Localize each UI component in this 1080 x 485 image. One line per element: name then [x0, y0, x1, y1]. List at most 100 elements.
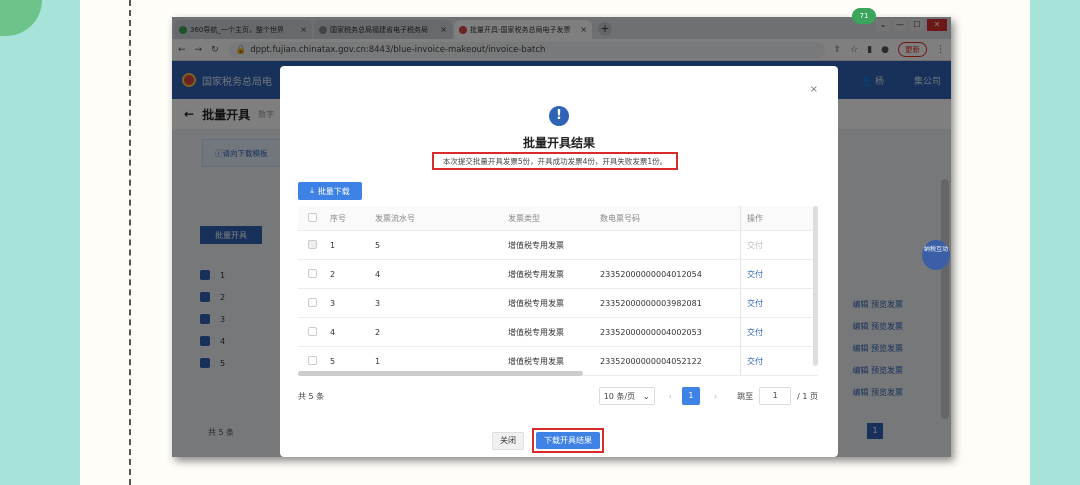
- cell-number: 23352000000004012054: [600, 269, 702, 279]
- share-icon[interactable]: ⇪: [834, 45, 842, 55]
- table-horizontal-scrollbar[interactable]: [298, 371, 583, 376]
- batch-download-button[interactable]: ⤓ 批量下载: [298, 182, 362, 200]
- cell-type: 增值税专用发票: [508, 298, 564, 308]
- checkbox[interactable]: [200, 358, 210, 368]
- page-size-select[interactable]: 10 条/页 ⌄: [598, 387, 655, 405]
- close-button[interactable]: 关闭: [492, 431, 524, 450]
- deliver-link[interactable]: 交付: [747, 269, 763, 280]
- star-icon[interactable]: ☆: [850, 45, 858, 55]
- chevron-down-icon[interactable]: ⌄: [876, 19, 890, 31]
- chevron-down-icon: ⌄: [643, 391, 650, 401]
- address-bar: ← → ↻ 🔒 dppt.fujian.chinatax.gov.cn:8443/…: [172, 39, 951, 61]
- deliver-link[interactable]: 交付: [747, 298, 763, 309]
- tab-label: 360导航_一个主页，整个世界: [190, 25, 284, 34]
- alert-icon: !: [549, 106, 569, 126]
- minimize-icon[interactable]: —: [893, 19, 907, 31]
- summary-text: 本次提交批量开具发票5份，开具成功发票4份，开具失败发票1份。: [442, 156, 668, 166]
- checkbox[interactable]: [200, 314, 210, 324]
- tab-batch-invoice[interactable]: 批量开具-国家税务总局电子发票 ×: [454, 20, 592, 39]
- download-icon: ⤓: [310, 186, 314, 195]
- company-name[interactable]: 集公司: [914, 74, 941, 87]
- dashed-divider: [129, 0, 131, 485]
- tab-360[interactable]: 360导航_一个主页，整个世界 ×: [174, 20, 312, 39]
- user-name: 杨: [874, 76, 884, 87]
- cell-index: 5: [330, 356, 336, 366]
- assistant-widget[interactable]: 纳税互动: [922, 240, 950, 270]
- dialog-title: 批量开具结果: [522, 136, 595, 150]
- close-icon[interactable]: ×: [300, 25, 307, 34]
- url-input[interactable]: 🔒 dppt.fujian.chinatax.gov.cn:8443/blue-i…: [227, 41, 825, 58]
- batch-issue-button[interactable]: 批量开具: [200, 226, 262, 244]
- cell-type: 增值税专用发票: [508, 240, 564, 250]
- jump-input[interactable]: 1: [759, 387, 792, 405]
- page-scrollbar[interactable]: [941, 179, 949, 419]
- notice-text: 请向下载模板: [222, 148, 268, 158]
- row-checkbox[interactable]: [308, 355, 317, 365]
- row-action-links[interactable]: 编辑 预览发票: [852, 316, 903, 338]
- close-icon[interactable]: ×: [810, 84, 818, 95]
- row-checkbox[interactable]: [308, 297, 317, 307]
- row-action-links[interactable]: 编辑 预览发票: [852, 382, 903, 404]
- cell-serial: 5: [375, 240, 381, 250]
- row-checkbox[interactable]: [308, 268, 317, 278]
- checkbox[interactable]: [200, 292, 210, 302]
- new-tab-button[interactable]: +: [598, 22, 612, 36]
- menu-icon[interactable]: ⋮: [936, 45, 945, 55]
- cell-index: 1: [330, 240, 336, 250]
- table-row: 4 2 增值税专用发票 23352000000004002053 交付: [298, 318, 818, 347]
- deliver-link[interactable]: 交付: [747, 327, 763, 338]
- cell-index: 4: [330, 327, 336, 337]
- sidebar-icon[interactable]: ▮: [867, 45, 872, 55]
- row-checkbox[interactable]: [308, 326, 317, 336]
- close-label: 关闭: [500, 436, 516, 445]
- close-icon[interactable]: ✕: [927, 19, 947, 31]
- deliver-link[interactable]: 交付: [747, 356, 763, 367]
- col-serial: 发票流水号: [375, 213, 415, 223]
- batch-issue-label: 批量开具: [215, 230, 247, 240]
- checkbox[interactable]: [200, 336, 210, 346]
- total-pages: / 1 页: [797, 391, 818, 401]
- notification-badge[interactable]: 71: [852, 8, 876, 24]
- emblem-icon: [182, 73, 196, 87]
- col-number: 数电票号码: [600, 213, 640, 223]
- col-index: 序号: [330, 213, 346, 223]
- reload-icon[interactable]: ↻: [211, 45, 219, 55]
- checkbox[interactable]: [200, 270, 210, 280]
- download-result-button[interactable]: 下载开具结果: [536, 432, 600, 449]
- result-table: 序号 发票流水号 发票类型 数电票号码 操作 1 5 增值税专用发票 交付 2 …: [298, 206, 818, 376]
- page-title: 批量开具: [202, 107, 251, 122]
- forward-icon[interactable]: →: [195, 45, 203, 55]
- row-actions: 编辑 预览发票 编辑 预览发票 编辑 预览发票 编辑 预览发票 编辑 预览发票: [852, 294, 903, 404]
- download-result-highlight: 下载开具结果: [532, 428, 604, 453]
- back-arrow-icon[interactable]: ←: [184, 107, 194, 121]
- row-index: 4: [220, 336, 226, 346]
- profile-icon[interactable]: ●: [881, 45, 889, 55]
- update-button[interactable]: 更新: [898, 42, 927, 57]
- prev-page-icon[interactable]: ‹: [669, 392, 672, 401]
- lock-icon: 🔒: [235, 44, 247, 55]
- row-action-links[interactable]: 编辑 预览发票: [852, 360, 903, 382]
- table-row: 1 5 增值税专用发票 交付: [298, 231, 818, 260]
- cell-type: 增值税专用发票: [508, 269, 564, 279]
- tab-tax-bureau[interactable]: 国家税务总局福建省电子税务局 ×: [314, 20, 452, 39]
- tab-bar: 360导航_一个主页，整个世界 × 国家税务总局福建省电子税务局 × 批量开具-国家…: [172, 17, 951, 39]
- user-icon: 👤: [860, 76, 875, 87]
- table-header: 序号 发票流水号 发票类型 数电票号码 操作: [298, 206, 818, 231]
- total-count: 共 5 条: [298, 391, 325, 401]
- maximize-icon[interactable]: ☐: [910, 19, 924, 31]
- site-title: 国家税务总局电: [202, 76, 272, 88]
- close-icon[interactable]: ×: [580, 25, 587, 34]
- leaf-decoration: [0, 0, 42, 36]
- select-all-checkbox[interactable]: [308, 212, 317, 222]
- next-page-icon[interactable]: ›: [714, 392, 717, 401]
- table-vertical-scrollbar[interactable]: [813, 206, 818, 366]
- close-icon[interactable]: ×: [440, 25, 447, 34]
- pagination: 共 5 条 10 条/页 ⌄ ‹ 1 › 跳至 1 / 1 页: [298, 386, 818, 406]
- user-menu[interactable]: 👤 杨: [861, 74, 884, 87]
- current-page-button[interactable]: 1: [681, 387, 700, 405]
- back-icon[interactable]: ←: [178, 45, 186, 55]
- row-action-links[interactable]: 编辑 预览发票: [852, 294, 903, 316]
- background-page-button[interactable]: 1: [867, 423, 883, 439]
- row-action-links[interactable]: 编辑 预览发票: [852, 338, 903, 360]
- row-index: 5: [220, 358, 226, 368]
